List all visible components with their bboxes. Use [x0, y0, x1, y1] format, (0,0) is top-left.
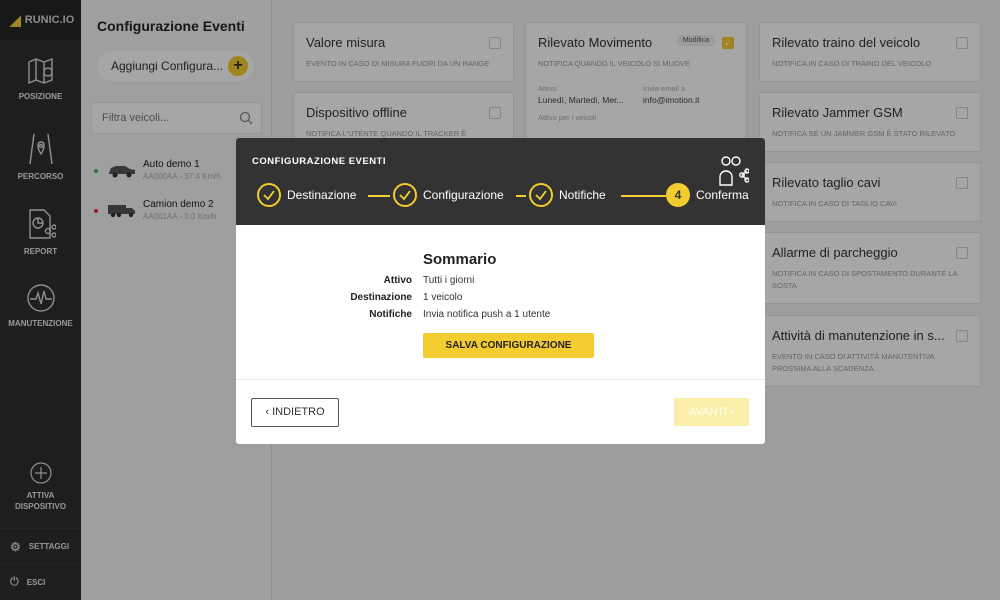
next-button[interactable]: AVANTI ›: [674, 398, 749, 426]
step-configurazione[interactable]: Configurazione: [393, 183, 504, 207]
step-destinazione[interactable]: Destinazione: [257, 183, 356, 207]
check-icon: [529, 183, 553, 207]
step-connector: [368, 195, 390, 197]
summary-key: Destinazione: [350, 292, 412, 303]
back-button[interactable]: ‹ INDIETRO: [251, 398, 339, 427]
step-number: 4: [666, 183, 690, 207]
next-label: AVANTI: [689, 406, 728, 418]
step-label: Destinazione: [287, 188, 357, 202]
step-conferma[interactable]: 4 Conferma: [666, 183, 749, 207]
summary-key: Notifiche: [369, 309, 412, 320]
summary-value: Invia notifica push a 1 utente: [423, 309, 551, 320]
summary-key: Attivo: [383, 275, 412, 286]
modal-header: CONFIGURAZIONE EVENTI Destinazione Confi…: [236, 138, 765, 225]
check-icon: [257, 183, 281, 207]
summary-value: 1 veicolo: [423, 292, 463, 303]
step-label: Conferma: [696, 188, 749, 202]
event-config-modal: CONFIGURAZIONE EVENTI Destinazione Confi…: [236, 138, 765, 444]
back-label: INDIETRO: [272, 406, 325, 418]
step-label: Configurazione: [423, 188, 504, 202]
modal-title: CONFIGURAZIONE EVENTI: [252, 156, 387, 167]
summary-title: Sommario: [423, 251, 497, 268]
step-notifiche[interactable]: Notifiche: [529, 183, 606, 207]
chevron-right-icon: ›: [730, 406, 734, 418]
summary-value: Tutti i giorni: [423, 275, 475, 286]
chevron-left-icon: ‹: [265, 406, 270, 418]
step-label: Notifiche: [559, 188, 606, 202]
check-icon: [393, 183, 417, 207]
step-connector: [621, 195, 666, 197]
step-connector: [516, 195, 526, 197]
modal-body: Sommario Attivo Tutti i giorni Destinazi…: [236, 225, 765, 380]
save-configuration-button[interactable]: SALVA CONFIGURAZIONE: [423, 333, 594, 358]
